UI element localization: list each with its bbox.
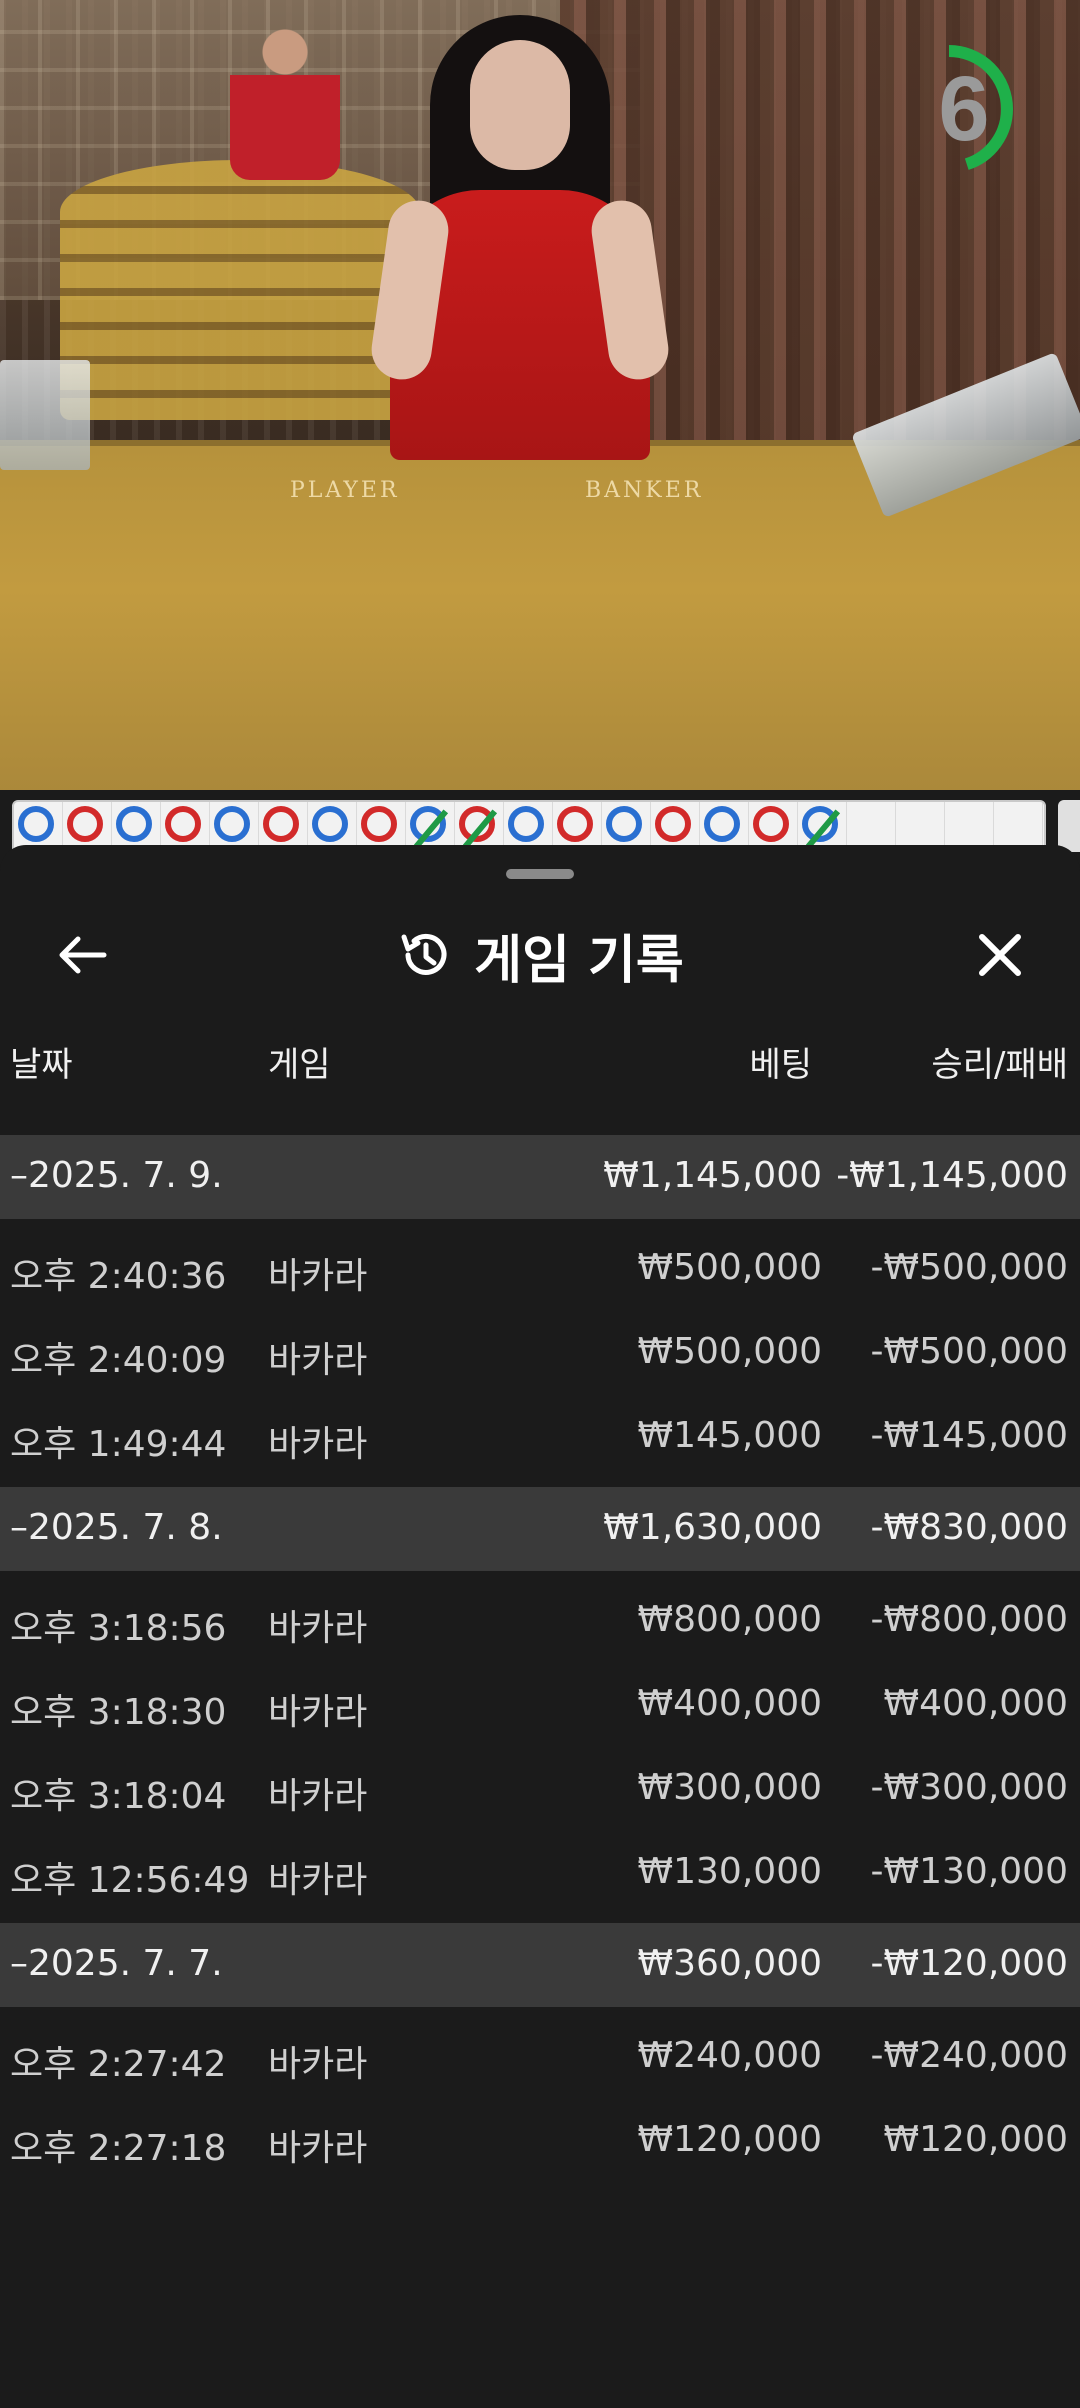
row-game: 바카라 (268, 1860, 368, 1901)
row-bet: ₩130,000 (637, 1851, 822, 1892)
road-bead (459, 806, 498, 849)
road-bead (410, 806, 449, 849)
group-result-total: -₩830,000 (870, 1507, 1068, 1548)
row-game: 바카라 (268, 1776, 368, 1817)
row-bet: ₩500,000 (637, 1331, 822, 1372)
row-result: -₩240,000 (870, 2035, 1068, 2076)
row-time: 오후 2:40:09 (10, 1340, 227, 1381)
road-bead (312, 806, 348, 842)
history-icon (401, 933, 447, 975)
close-button[interactable] (966, 905, 1034, 1005)
row-game: 바카라 (268, 1340, 368, 1381)
road-bead (753, 806, 789, 842)
row-time: 오후 2:40:36 (10, 1256, 227, 1297)
drag-handle[interactable] (506, 869, 574, 879)
row-bet: ₩800,000 (637, 1599, 822, 1640)
group-date: –2025. 7. 9. (10, 1155, 223, 1196)
row-result: -₩300,000 (870, 1767, 1068, 1808)
row-time: 오후 12:56:49 (10, 1860, 250, 1901)
player-area-label: PLAYER (290, 478, 400, 503)
road-bead (704, 806, 740, 842)
back-button[interactable] (50, 905, 114, 1005)
history-row[interactable]: 오후 2:40:09 바카라 ₩500,000 -₩500,000 (0, 1311, 1080, 1395)
group-result-total: -₩120,000 (870, 1943, 1068, 1984)
date-group-header[interactable]: –2025. 7. 8. ₩1,630,000 -₩830,000 (0, 1487, 1080, 1571)
group-bet-total: ₩360,000 (637, 1943, 822, 1984)
group-bet-total: ₩1,630,000 (603, 1507, 822, 1548)
road-bead (361, 806, 397, 842)
history-row[interactable]: 오후 2:40:36 바카라 ₩500,000 -₩500,000 (0, 1227, 1080, 1311)
row-result: -₩145,000 (870, 1415, 1068, 1456)
close-icon (979, 934, 1021, 976)
background-dealer (230, 20, 340, 180)
row-bet: ₩240,000 (637, 2035, 822, 2076)
row-game: 바카라 (268, 1692, 368, 1733)
column-bet: 베팅 (749, 1045, 812, 1085)
row-result: ₩120,000 (883, 2119, 1068, 2160)
road-bead (557, 806, 593, 842)
panel-title: 게임 기록 (474, 930, 684, 991)
row-result: -₩500,000 (870, 1331, 1068, 1372)
road-bead (165, 806, 201, 842)
date-group-header[interactable]: –2025. 7. 9. ₩1,145,000 -₩1,145,000 (0, 1135, 1080, 1219)
road-edge-tab (1058, 800, 1080, 852)
column-game: 게임 (268, 1045, 331, 1085)
group-date: –2025. 7. 7. (10, 1943, 223, 1984)
side-table (60, 160, 420, 420)
row-bet: ₩120,000 (637, 2119, 822, 2160)
row-time: 오후 2:27:42 (10, 2044, 227, 2085)
row-result: ₩400,000 (883, 1683, 1068, 1724)
row-game: 바카라 (268, 1424, 368, 1465)
row-bet: ₩300,000 (637, 1767, 822, 1808)
table-header: 날짜 게임 베팅 승리/패배 (0, 1025, 1080, 1089)
history-row[interactable]: 오후 3:18:04 바카라 ₩300,000 -₩300,000 (0, 1747, 1080, 1831)
row-game: 바카라 (268, 1256, 368, 1297)
card-discard-box (0, 360, 90, 470)
road-bead (214, 806, 250, 842)
live-video-feed: PLAYER BANKER 6 (0, 0, 1080, 790)
column-date: 날짜 (10, 1045, 73, 1085)
banker-area-label: BANKER (585, 478, 704, 503)
row-bet: ₩145,000 (637, 1415, 822, 1456)
road-bead (802, 806, 841, 849)
history-row[interactable]: 오후 1:49:44 바카라 ₩145,000 -₩145,000 (0, 1395, 1080, 1479)
dealer (367, 10, 673, 460)
game-history-panel: 게임 기록 날짜 게임 베팅 승리/패배 –2025. 7. 9. ₩1,145,… (0, 845, 1080, 2408)
road-bead (263, 806, 299, 842)
date-group-header[interactable]: –2025. 7. 7. ₩360,000 -₩120,000 (0, 1923, 1080, 2007)
road-bead (655, 806, 691, 842)
road-bead (508, 806, 544, 842)
history-row[interactable]: 오후 3:18:30 바카라 ₩400,000 ₩400,000 (0, 1663, 1080, 1747)
row-time: 오후 3:18:30 (10, 1692, 227, 1733)
row-result: -₩130,000 (870, 1851, 1068, 1892)
row-game: 바카라 (268, 1608, 368, 1649)
row-time: 오후 3:18:56 (10, 1608, 227, 1649)
back-arrow-icon (59, 936, 107, 974)
group-result-total: -₩1,145,000 (836, 1155, 1068, 1196)
row-game: 바카라 (268, 2044, 368, 2085)
row-result: -₩800,000 (870, 1599, 1068, 1640)
road-bead (18, 806, 54, 842)
panel-header: 게임 기록 (0, 905, 1080, 1005)
road-bead (116, 806, 152, 842)
group-date: –2025. 7. 8. (10, 1507, 223, 1548)
row-bet: ₩400,000 (637, 1683, 822, 1724)
history-row[interactable]: 오후 2:27:42 바카라 ₩240,000 -₩240,000 (0, 2015, 1080, 2099)
history-row[interactable]: 오후 12:56:49 바카라 ₩130,000 -₩130,000 (0, 1831, 1080, 1915)
countdown-number: 6 (938, 57, 990, 160)
column-result: 승리/패배 (931, 1045, 1068, 1085)
road-bead (606, 806, 642, 842)
row-time: 오후 1:49:44 (10, 1424, 227, 1465)
history-row[interactable]: 오후 2:27:18 바카라 ₩120,000 ₩120,000 (0, 2099, 1080, 2183)
group-bet-total: ₩1,145,000 (603, 1155, 822, 1196)
row-result: -₩500,000 (870, 1247, 1068, 1288)
row-game: 바카라 (268, 2128, 368, 2169)
row-bet: ₩500,000 (637, 1247, 822, 1288)
road-bead (67, 806, 103, 842)
row-time: 오후 2:27:18 (10, 2128, 227, 2169)
history-row[interactable]: 오후 3:18:56 바카라 ₩800,000 -₩800,000 (0, 1579, 1080, 1663)
row-time: 오후 3:18:04 (10, 1776, 227, 1817)
